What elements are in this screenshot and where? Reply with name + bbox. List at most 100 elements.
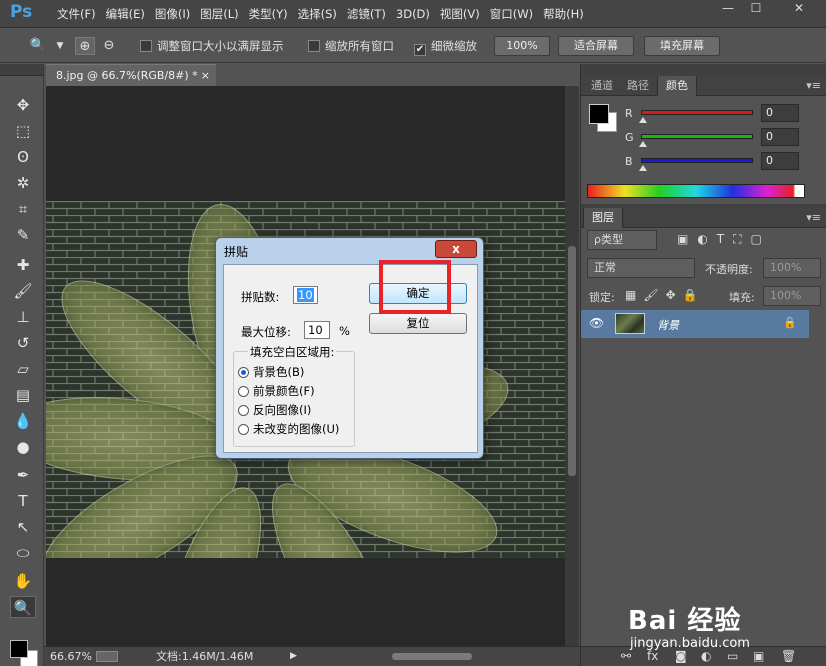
tab-layers[interactable]: 图层	[583, 208, 623, 228]
toolbox-grip[interactable]	[0, 64, 43, 76]
pin-blue[interactable]	[639, 165, 647, 171]
layer-filter-select[interactable]: ρ类型	[587, 230, 657, 250]
max-offset-input[interactable]: 10	[304, 321, 330, 339]
scrubby-zoom-checkbox[interactable]: ✔	[414, 44, 426, 56]
color-panel-foreground-swatch[interactable]	[589, 104, 609, 124]
zoom-all-checkbox[interactable]	[308, 40, 320, 52]
tab-channels[interactable]: 通道	[583, 76, 621, 96]
menu-file[interactable]: 文件(F)	[52, 0, 101, 28]
right-panel-dock: 通道 路径 颜色 ▾≡ R 0 G 0 B 0 图层 ▾≡ ρ类型 ▣◐T⛶▢ …	[580, 64, 826, 666]
option-inverse-image[interactable]: 反向图像(I)	[238, 402, 311, 418]
maximize-button[interactable]: ☐	[744, 0, 768, 16]
status-bar: 66.67% 文档:1.46M/1.46M ▶	[44, 646, 580, 666]
layer-filter-icons[interactable]: ▣◐T⛶▢	[677, 232, 771, 247]
type-tool-icon[interactable]: T	[10, 490, 36, 512]
healing-brush-tool-icon[interactable]: ✚	[10, 254, 36, 276]
eraser-tool-icon[interactable]: ▱	[10, 358, 36, 380]
pin-green[interactable]	[639, 141, 647, 147]
hand-tool-icon[interactable]: ✋	[10, 570, 36, 592]
panel-dock-grip[interactable]	[581, 64, 826, 76]
option-foreground-color[interactable]: 前景颜色(F)	[238, 383, 315, 399]
radio-inverse-image[interactable]	[238, 405, 249, 416]
minimize-button[interactable]: —	[716, 0, 740, 16]
opacity-label: 不透明度:	[705, 263, 753, 276]
fill-screen-button[interactable]: 填充屏幕	[644, 36, 720, 56]
menu-select[interactable]: 选择(S)	[293, 0, 342, 28]
vertical-scrollbar[interactable]	[565, 86, 579, 646]
gradient-tool-icon[interactable]: ▤	[10, 384, 36, 406]
fit-screen-button[interactable]: 适合屏幕	[558, 36, 634, 56]
tiles-input[interactable]: 10	[293, 286, 318, 304]
pin-red[interactable]	[639, 117, 647, 123]
option-unaltered-image[interactable]: 未改变的图像(U)	[238, 421, 339, 437]
lock-options-icons[interactable]: ▦🖌✥🔒	[625, 288, 705, 302]
horizontal-scroll-thumb[interactable]	[392, 653, 472, 660]
track-blue[interactable]	[641, 158, 753, 163]
zoom-level[interactable]: 66.67%	[50, 647, 92, 666]
zoom-in-icon[interactable]: ⊕	[75, 37, 95, 55]
radio-foreground-color[interactable]	[238, 386, 249, 397]
tab-color[interactable]: 颜色	[657, 76, 697, 96]
brush-tool-icon[interactable]: 🖌	[10, 280, 36, 302]
blur-tool-icon[interactable]: 💧	[10, 410, 36, 432]
menu-filter[interactable]: 滤镜(T)	[342, 0, 391, 28]
menu-window[interactable]: 窗口(W)	[485, 0, 538, 28]
layer-row-background[interactable]: 👁 背景 🔒	[581, 310, 809, 338]
menu-layer[interactable]: 图层(L)	[195, 0, 243, 28]
close-tab-icon[interactable]: ×	[201, 65, 210, 87]
lasso-tool-icon[interactable]: ʘ	[10, 146, 36, 168]
radio-unaltered-image[interactable]	[238, 424, 249, 435]
value-green[interactable]: 0	[761, 128, 799, 146]
document-tab[interactable]: 8.jpg @ 66.7%(RGB/8#) * ×	[46, 64, 216, 86]
panel-menu-icon[interactable]: ▾≡	[806, 76, 821, 96]
menu-image[interactable]: 图像(I)	[150, 0, 195, 28]
layers-panel-menu-icon[interactable]: ▾≡	[806, 208, 821, 228]
menu-view[interactable]: 视图(V)	[435, 0, 485, 28]
scrubby-zoom-option[interactable]: ✔ 细微缩放	[414, 29, 477, 63]
options-bar: 🔍 ▼ ⊕ ⊖ 调整窗口大小以满屏显示 缩放所有窗口 ✔ 细微缩放 100% 适合…	[0, 29, 826, 63]
value-blue[interactable]: 0	[761, 152, 799, 170]
crop-tool-icon[interactable]: ⌗	[10, 198, 36, 220]
color-swatches[interactable]	[8, 638, 40, 666]
menu-edit[interactable]: 编辑(E)	[101, 0, 150, 28]
zoom-all-option[interactable]: 缩放所有窗口	[308, 29, 394, 63]
fill-input[interactable]: 100%	[763, 286, 821, 306]
reset-button[interactable]: 复位	[369, 313, 467, 334]
option-background-color[interactable]: 背景色(B)	[238, 364, 304, 380]
resize-windows-checkbox[interactable]	[140, 40, 152, 52]
eye-icon[interactable]: 👁	[589, 316, 604, 330]
track-red[interactable]	[641, 110, 753, 115]
path-selection-tool-icon[interactable]: ↖	[10, 516, 36, 538]
magic-wand-tool-icon[interactable]: ✲	[10, 172, 36, 194]
ellipse-tool-icon[interactable]: ⬭	[10, 542, 36, 564]
marquee-tool-icon[interactable]: ⬚	[10, 120, 36, 142]
foreground-color-swatch[interactable]	[10, 640, 28, 658]
dialog-close-button[interactable]: x	[435, 240, 477, 258]
move-tool-icon[interactable]: ✥	[10, 94, 36, 116]
resize-windows-option[interactable]: 调整窗口大小以满屏显示	[140, 29, 284, 63]
zoom-tool-preset-icon[interactable]: 🔍	[28, 37, 48, 55]
blend-mode-select[interactable]: 正常	[587, 258, 695, 278]
vertical-scroll-thumb[interactable]	[568, 246, 576, 476]
zoom-100-button[interactable]: 100%	[494, 36, 550, 56]
menu-3d[interactable]: 3D(D)	[391, 0, 435, 28]
track-green[interactable]	[641, 134, 753, 139]
radio-background-color[interactable]	[238, 367, 249, 378]
zoom-tool-icon[interactable]: 🔍	[10, 596, 36, 618]
history-brush-tool-icon[interactable]: ↺	[10, 332, 36, 354]
color-spectrum-bar[interactable]	[587, 184, 805, 198]
layer-name[interactable]: 背景	[657, 317, 679, 333]
opacity-input[interactable]: 100%	[763, 258, 821, 278]
close-window-button[interactable]: ✕	[776, 0, 822, 16]
eyedropper-tool-icon[interactable]: ✎	[10, 224, 36, 246]
tab-paths[interactable]: 路径	[619, 76, 657, 96]
pen-tool-icon[interactable]: ✒	[10, 464, 36, 486]
chevron-down-icon[interactable]: ▼	[50, 37, 70, 55]
status-menu-arrow-icon[interactable]: ▶	[290, 647, 297, 666]
menu-help[interactable]: 帮助(H)	[538, 0, 589, 28]
menu-type[interactable]: 类型(Y)	[244, 0, 293, 28]
dodge-tool-icon[interactable]: ●	[10, 436, 36, 458]
value-red[interactable]: 0	[761, 104, 799, 122]
clone-stamp-tool-icon[interactable]: ⊥	[10, 306, 36, 328]
zoom-out-icon[interactable]: ⊖	[99, 37, 119, 55]
